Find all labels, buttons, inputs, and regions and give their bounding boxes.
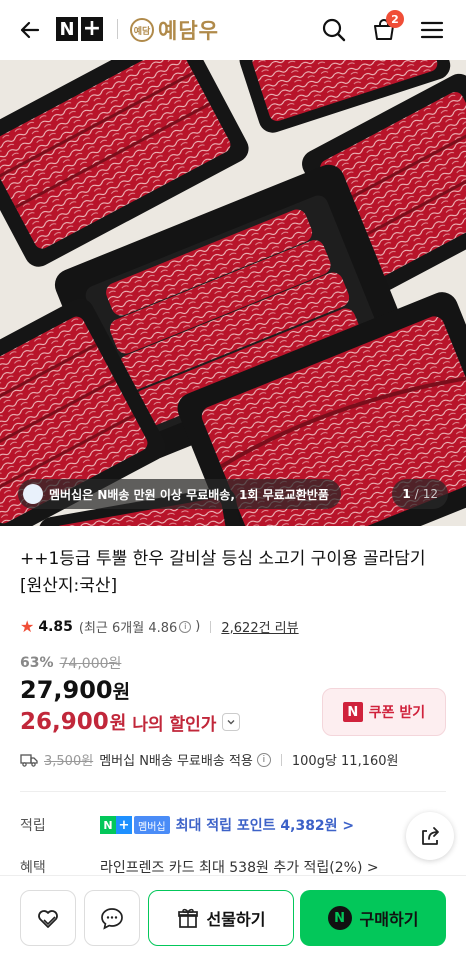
naver-n-icon: N bbox=[342, 702, 363, 722]
recent-rating-close: ) bbox=[195, 619, 201, 634]
wish-heart-icon bbox=[38, 910, 58, 928]
rating-score: 4.85 bbox=[38, 618, 73, 635]
image-current-index: 1 bbox=[402, 487, 411, 501]
gift-label: 선물하기 bbox=[206, 910, 266, 929]
section-divider bbox=[20, 791, 446, 792]
my-discount-price[interactable]: 26,900 원 나의 할인가 bbox=[20, 709, 241, 735]
info-icon[interactable]: i bbox=[256, 752, 271, 767]
menu-button[interactable] bbox=[416, 14, 448, 46]
shipping-row: 3,500원 멤버십 N배송 무료배송 적용 i 100g당 11,160원 bbox=[20, 750, 398, 769]
cart-count-badge: 2 bbox=[386, 10, 404, 28]
coupon-label: 쿠폰 받기 bbox=[368, 705, 426, 721]
product-title: ++1등급 투뿔 한우 갈비살 등심 소고기 구이용 골라담기 [원산지:국산] bbox=[20, 549, 426, 596]
membership-plus: + bbox=[116, 816, 132, 834]
benefit-row[interactable]: 혜택 라인프렌즈 카드 최대 538원 추가 적립(2%) > bbox=[20, 857, 379, 877]
membership-notice-text: 멤버십은 N배송 만원 이상 무료배송, 1회 무료교환반품 bbox=[49, 487, 329, 502]
discount-percent: 63% bbox=[20, 655, 54, 671]
coupon-button[interactable]: N 쿠폰 받기 bbox=[322, 688, 446, 736]
talk-bubble-icon bbox=[101, 908, 123, 930]
points-label: 적립 bbox=[20, 818, 46, 834]
max-points-text: 최대 적립 포인트 4,382원 > bbox=[175, 818, 355, 834]
search-icon bbox=[322, 18, 346, 42]
plus-logo: + bbox=[81, 16, 103, 41]
sale-price: 27,900원 bbox=[20, 676, 130, 704]
unit-price: 100g당 11,160원 bbox=[291, 754, 399, 769]
sale-price-unit: 원 bbox=[112, 681, 131, 703]
star-icon: ★ bbox=[20, 617, 35, 636]
talk-button[interactable] bbox=[84, 890, 140, 946]
share-icon bbox=[422, 827, 439, 845]
benefit-text: 라인프렌즈 카드 최대 538원 추가 적립(2%) > bbox=[100, 860, 379, 876]
my-price-unit: 원 bbox=[109, 713, 127, 734]
shipping-original-fee: 3,500원 bbox=[44, 754, 94, 769]
back-button[interactable] bbox=[14, 14, 46, 46]
original-price: 74,000원 bbox=[59, 656, 122, 672]
review-count-link[interactable]: 2,622건 리뷰 bbox=[221, 617, 298, 636]
truck-icon bbox=[20, 753, 38, 767]
recent-rating: (최근 6개월 4.86 bbox=[78, 621, 178, 636]
gift-button[interactable]: 선물하기 bbox=[148, 890, 294, 946]
top-header: N + 예담 예담우 2 bbox=[0, 0, 466, 60]
naver-plus-store-logo[interactable]: N + bbox=[56, 17, 103, 41]
info-icon[interactable]: i bbox=[179, 620, 192, 633]
shipping-text: 멤버십 N배송 무료배송 적용 bbox=[99, 754, 253, 769]
buy-button[interactable]: N 구매하기 bbox=[300, 890, 446, 946]
rating-row: ★ 4.85 (최근 6개월 4.86 i ) 2,622건 리뷰 bbox=[20, 617, 299, 636]
product-image-carousel[interactable]: 멤버십은 N배송 만원 이상 무료배송, 1회 무료교환반품 1 / 12 bbox=[0, 60, 466, 526]
membership-badge: N + 멤버십 bbox=[100, 816, 170, 834]
rating-divider bbox=[210, 620, 212, 633]
my-price-amount: 26,900 bbox=[20, 709, 109, 735]
wishlist-button[interactable] bbox=[20, 890, 76, 946]
sale-price-amount: 27,900 bbox=[20, 676, 113, 704]
share-button[interactable] bbox=[406, 812, 454, 860]
product-photo-beef-trays bbox=[0, 60, 466, 526]
search-button[interactable] bbox=[318, 14, 350, 46]
membership-n: N bbox=[100, 816, 116, 834]
n-logo: N bbox=[56, 17, 78, 41]
membership-badge-text: 멤버십 bbox=[134, 816, 170, 834]
image-total: 12 bbox=[422, 487, 438, 501]
brand-seal: 예담 bbox=[130, 18, 154, 42]
buy-label: 구매하기 bbox=[359, 910, 419, 929]
back-arrow-icon bbox=[20, 21, 40, 39]
chevron-down-icon[interactable] bbox=[222, 713, 241, 731]
brand-name: 예담우 bbox=[158, 19, 219, 43]
notice-icon bbox=[23, 484, 43, 504]
shipping-divider bbox=[280, 753, 282, 766]
image-counter-separator: / bbox=[414, 487, 419, 501]
points-row[interactable]: 적립 N + 멤버십 최대 적립 포인트 4,382원 > bbox=[20, 815, 354, 835]
bottom-action-bar: 선물하기 N 구매하기 bbox=[0, 875, 466, 959]
gift-box-icon bbox=[177, 908, 198, 928]
discount-row: 63% 74,000원 bbox=[20, 653, 121, 673]
image-counter: 1 / 12 bbox=[392, 479, 448, 509]
menu-icon bbox=[420, 21, 444, 39]
my-price-label: 나의 할인가 bbox=[132, 714, 217, 735]
membership-notice: 멤버십은 N배송 만원 이상 무료배송, 1회 무료교환반품 bbox=[18, 479, 341, 509]
benefit-label: 혜택 bbox=[20, 860, 46, 876]
naver-pay-icon: N bbox=[327, 906, 352, 930]
brand-logo[interactable]: 예담 예담우 bbox=[130, 15, 219, 45]
header-divider bbox=[117, 19, 118, 39]
cart-button[interactable]: 2 bbox=[368, 10, 404, 46]
